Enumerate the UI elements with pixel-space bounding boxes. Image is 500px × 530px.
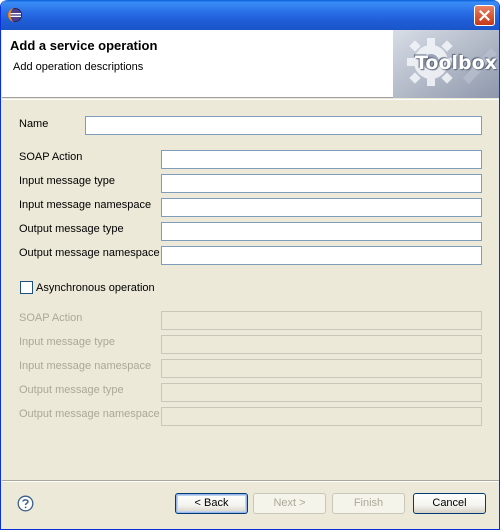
operation-form: Name SOAP Action Input message type Inpu…: [2, 100, 499, 480]
async-output-message-type-input[interactable]: [161, 383, 482, 402]
async-checkbox-label[interactable]: Asynchronous operation: [36, 282, 155, 294]
soap-action-input[interactable]: [161, 150, 482, 169]
async-checkbox[interactable]: [20, 281, 33, 294]
input-message-namespace-input[interactable]: [161, 198, 482, 217]
back-button[interactable]: < Back: [175, 493, 248, 514]
async-output-message-type-label: Output message type: [19, 384, 124, 396]
help-button[interactable]: [17, 495, 34, 512]
output-message-namespace-input[interactable]: [161, 246, 482, 265]
async-soap-action-label: SOAP Action: [19, 312, 83, 324]
async-input-message-namespace-label: Input message namespace: [19, 360, 152, 372]
async-output-message-namespace-input[interactable]: [161, 407, 482, 426]
page-title: Add a service operation: [10, 38, 158, 53]
async-soap-action-input[interactable]: [161, 311, 482, 330]
name-input[interactable]: [85, 116, 482, 135]
output-message-type-input[interactable]: [161, 222, 482, 241]
wizard-banner: Add a service operation Add operation de…: [2, 30, 499, 98]
help-icon: [17, 495, 34, 512]
page-subtitle: Add operation descriptions: [13, 61, 144, 73]
finish-button[interactable]: Finish: [332, 493, 405, 514]
output-message-namespace-label: Output message namespace: [19, 247, 160, 259]
close-icon: [479, 10, 490, 21]
async-input-message-type-input[interactable]: [161, 335, 482, 354]
soap-action-label: SOAP Action: [19, 151, 83, 163]
button-bar-divider-highlight: [2, 481, 499, 482]
input-message-namespace-label: Input message namespace: [19, 199, 152, 211]
close-button[interactable]: [474, 5, 495, 26]
async-input-message-type-label: Input message type: [19, 336, 116, 348]
output-message-type-label: Output message type: [19, 223, 124, 235]
cancel-button[interactable]: Cancel: [413, 493, 486, 514]
name-label: Name: [19, 118, 49, 130]
async-input-message-namespace-input[interactable]: [161, 359, 482, 378]
dialog-window: Add a service operation Add operation de…: [0, 0, 500, 530]
toolbox-logo: Toolbox: [393, 30, 499, 98]
input-message-type-label: Input message type: [19, 175, 116, 187]
input-message-type-input[interactable]: [161, 174, 482, 193]
async-output-message-namespace-label: Output message namespace: [19, 408, 160, 420]
next-button[interactable]: Next >: [253, 493, 326, 514]
eclipse-icon: [7, 7, 23, 23]
title-bar[interactable]: [1, 0, 499, 30]
logo-text: Toolbox: [415, 52, 497, 74]
